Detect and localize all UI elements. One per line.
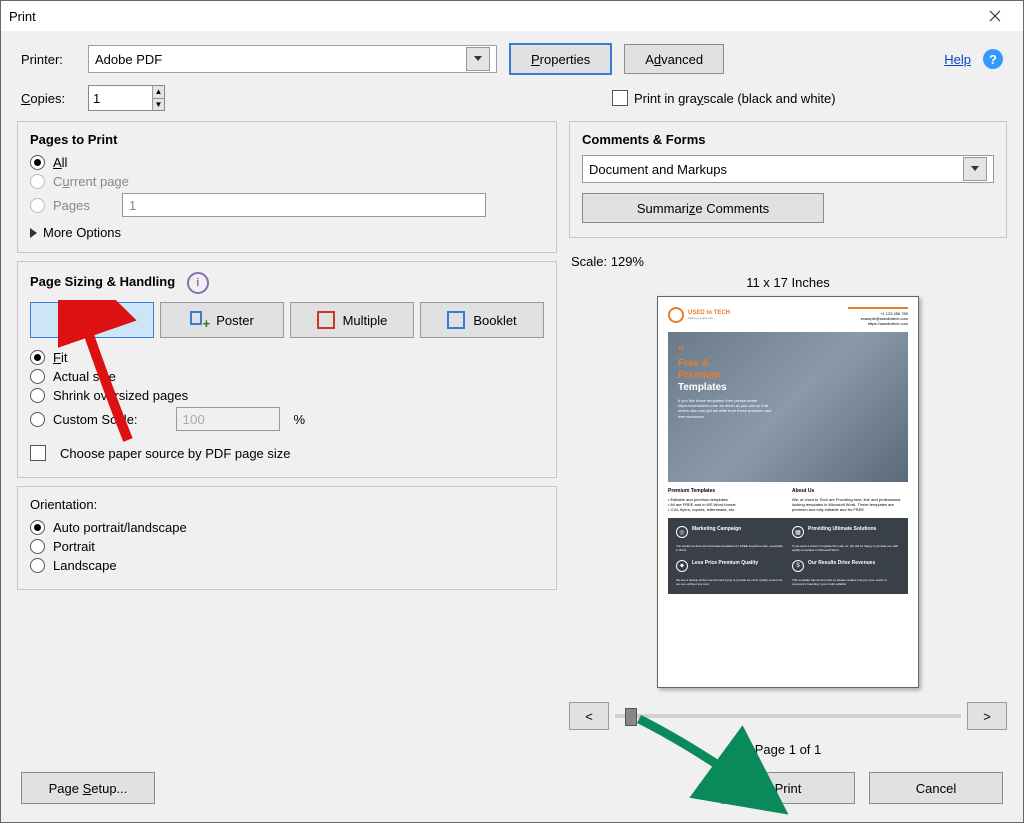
slider-thumb[interactable] xyxy=(625,708,637,726)
multiple-button[interactable]: Multiple xyxy=(290,302,414,338)
copies-input[interactable] xyxy=(89,86,152,110)
auto-orientation-label: Auto portrait/landscape xyxy=(53,520,187,535)
grayscale-label: Print in grayscale (black and white) xyxy=(634,91,836,106)
all-radio[interactable] xyxy=(30,155,45,170)
auto-orientation-radio[interactable] xyxy=(30,520,45,535)
portrait-radio[interactable] xyxy=(30,539,45,554)
close-icon xyxy=(989,10,1001,22)
help-link[interactable]: Help xyxy=(944,52,971,67)
advanced-button[interactable]: Advanced xyxy=(624,44,724,74)
preview-page: USED to TECH Making people rich +1 123 4… xyxy=(657,296,919,688)
landscape-radio[interactable] xyxy=(30,558,45,573)
printer-select[interactable]: Adobe PDF xyxy=(88,45,497,73)
actual-size-radio[interactable] xyxy=(30,369,45,384)
shrink-radio[interactable] xyxy=(30,388,45,403)
chevron-down-icon[interactable] xyxy=(963,157,987,181)
comments-group: Comments & Forms Document and Markups Su… xyxy=(569,121,1007,238)
more-options-toggle[interactable]: More Options xyxy=(30,225,544,240)
choose-paper-checkbox[interactable] xyxy=(30,445,46,461)
cancel-button[interactable]: Cancel xyxy=(869,772,1003,804)
copies-row: Copies: ▲ ▼ Print in grayscale (black an… xyxy=(1,81,1023,121)
portrait-label: Portrait xyxy=(53,539,95,554)
bottom-bar: Page Setup... Print Cancel xyxy=(1,772,1023,822)
copies-down-button[interactable]: ▼ xyxy=(153,99,164,111)
pages-input[interactable] xyxy=(122,193,486,217)
orientation-title: Orientation: xyxy=(30,497,544,512)
dimensions-label: 11 x 17 Inches xyxy=(569,275,1007,290)
preview-area: USED to TECH Making people rich +1 123 4… xyxy=(569,296,1007,764)
zoom-slider[interactable] xyxy=(615,714,961,718)
custom-scale-radio[interactable] xyxy=(30,412,45,427)
choose-paper-label: Choose paper source by PDF page size xyxy=(60,446,291,461)
help-icon[interactable]: ? xyxy=(983,49,1003,69)
shrink-label: Shrink oversized pages xyxy=(53,388,188,403)
window-title: Print xyxy=(9,9,36,24)
orientation-group: Orientation: Auto portrait/landscape Por… xyxy=(17,486,557,590)
current-page-label: Current page xyxy=(53,174,129,189)
pages-radio[interactable] xyxy=(30,198,45,213)
summarize-comments-button[interactable]: Summarize Comments xyxy=(582,193,824,223)
multiple-icon xyxy=(317,311,335,329)
actual-size-label: Actual size xyxy=(53,369,116,384)
fit-label: Fit xyxy=(53,350,67,365)
more-options-label: More Options xyxy=(43,225,121,240)
page-setup-button[interactable]: Page Setup... xyxy=(21,772,155,804)
triangle-right-icon xyxy=(30,228,37,238)
copies-stepper[interactable]: ▲ ▼ xyxy=(88,85,165,111)
next-page-button[interactable]: > xyxy=(967,702,1007,730)
poster-icon xyxy=(190,311,208,329)
landscape-label: Landscape xyxy=(53,558,117,573)
percent-label: % xyxy=(294,412,306,427)
comments-value: Document and Markups xyxy=(589,162,727,177)
size-icon xyxy=(66,311,84,329)
copies-up-button[interactable]: ▲ xyxy=(153,86,164,99)
comments-title: Comments & Forms xyxy=(582,132,994,147)
prev-page-button[interactable]: < xyxy=(569,702,609,730)
sizing-title: Page Sizing & Handling i xyxy=(30,272,544,294)
size-button[interactable]: Size xyxy=(30,302,154,338)
custom-scale-input[interactable] xyxy=(176,407,280,431)
printer-label: Printer: xyxy=(21,52,76,67)
copies-label: Copies: xyxy=(21,91,76,106)
printer-row: Printer: Adobe PDF Properties Advanced H… xyxy=(1,31,1023,81)
pages-label: Pages xyxy=(53,198,90,213)
custom-scale-label: Custom Scale: xyxy=(53,412,138,427)
chevron-down-icon[interactable] xyxy=(466,47,490,71)
poster-button[interactable]: Poster xyxy=(160,302,284,338)
booklet-button[interactable]: Booklet xyxy=(420,302,544,338)
all-label: All xyxy=(53,155,67,170)
current-page-radio xyxy=(30,174,45,189)
grayscale-checkbox[interactable] xyxy=(612,90,628,106)
booklet-icon xyxy=(447,311,465,329)
scale-label: Scale: 129% xyxy=(571,254,1007,269)
logo-icon xyxy=(668,307,684,323)
pages-to-print-group: Pages to Print All Current page Pages Mo… xyxy=(17,121,557,253)
titlebar: Print xyxy=(1,1,1023,31)
sizing-group: Page Sizing & Handling i Size Poster Mul… xyxy=(17,261,557,478)
fit-radio[interactable] xyxy=(30,350,45,365)
comments-select[interactable]: Document and Markups xyxy=(582,155,994,183)
properties-button[interactable]: Properties xyxy=(509,43,612,75)
print-button[interactable]: Print xyxy=(721,772,855,804)
printer-value: Adobe PDF xyxy=(95,52,162,67)
pages-to-print-title: Pages to Print xyxy=(30,132,544,147)
info-icon[interactable]: i xyxy=(187,272,209,294)
page-indicator: Page 1 of 1 xyxy=(755,742,822,757)
close-button[interactable] xyxy=(975,1,1015,31)
